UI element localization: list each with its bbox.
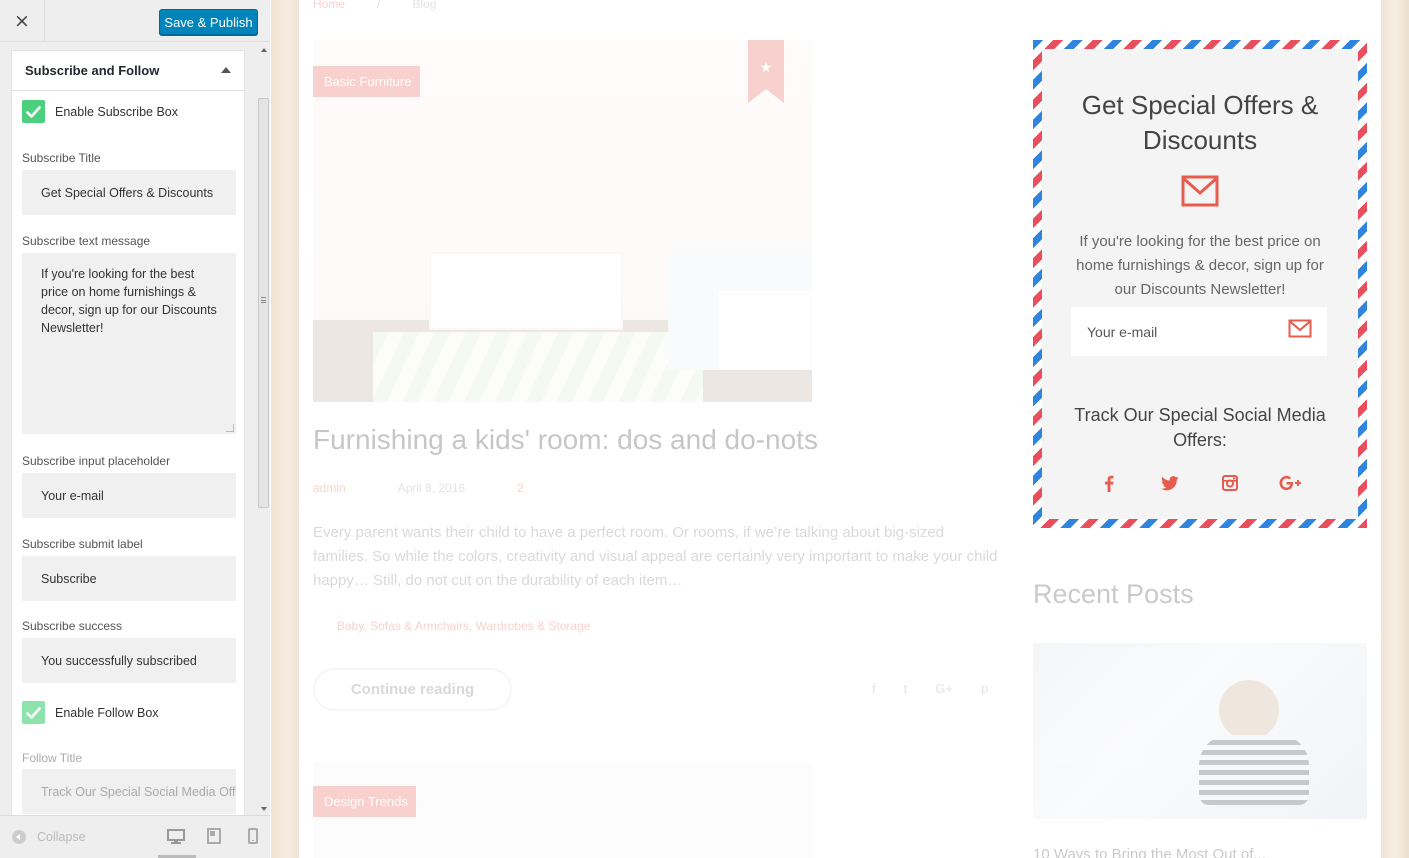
continue-reading-button[interactable]: Continue reading <box>313 668 512 711</box>
section-subscribe-follow: Subscribe and Follow Enable Subscribe Bo… <box>11 50 245 815</box>
recent-post-image-person <box>1219 680 1279 740</box>
twitter-icon[interactable]: t <box>904 681 908 696</box>
customizer-footer: Collapse <box>0 815 270 858</box>
customizer-header: × Save & Publish <box>0 0 270 42</box>
post-tags[interactable]: Baby, Sofas & Armchairs, Wardrobes & Sto… <box>313 619 590 633</box>
mobile-preview-icon[interactable] <box>248 828 258 844</box>
site-preview: Home / Blog Basic Furniture ★ Furnishing… <box>271 0 1409 858</box>
facebook-icon[interactable]: f <box>872 681 876 696</box>
page-content: Home / Blog Basic Furniture ★ Furnishing… <box>299 0 1381 858</box>
scroll-down-icon[interactable] <box>261 807 267 811</box>
collapse-arrow-icon <box>12 830 26 844</box>
placeholder-label: Subscribe input placeholder <box>22 454 171 468</box>
wood-background-left <box>271 0 299 858</box>
breadcrumb: Home / Blog <box>313 0 436 11</box>
enable-follow-checkbox[interactable]: Enable Follow Box <box>22 701 159 724</box>
pinterest-icon[interactable]: p <box>981 681 988 696</box>
subscribe-text-value: If you're looking for the best price on … <box>41 267 217 335</box>
twitter-icon[interactable] <box>1158 471 1182 495</box>
collapse-label: Collapse <box>37 830 86 844</box>
post-title[interactable]: Furnishing a kids' room: dos and do-nots <box>313 424 818 456</box>
post-share-icons: f t G+ p <box>872 681 988 696</box>
wood-background-right <box>1381 0 1409 858</box>
submit-label-input[interactable]: Subscribe <box>22 556 236 601</box>
placeholder-input[interactable]: Your e-mail <box>22 473 236 518</box>
widget-title: Get Special Offers & Discounts <box>1081 90 1319 155</box>
success-label: Subscribe success <box>22 619 123 633</box>
post-date: April 8, 2016 <box>397 481 466 495</box>
instagram-icon[interactable] <box>1218 471 1242 495</box>
subscribe-title-input[interactable]: Get Special Offers & Discounts <box>22 170 236 215</box>
enable-subscribe-label: Enable Subscribe Box <box>55 104 178 119</box>
post-comments-count[interactable]: 2 <box>517 481 524 495</box>
customizer-scrollbar[interactable] <box>257 42 270 815</box>
section-title[interactable]: Subscribe and Follow <box>12 50 244 91</box>
google-plus-icon[interactable]: G+ <box>935 681 953 696</box>
save-publish-button[interactable]: Save & Publish <box>159 9 258 35</box>
desktop-preview-icon[interactable] <box>167 829 185 844</box>
scrollbar-thumb[interactable] <box>258 98 269 508</box>
section-title-text: Subscribe and Follow <box>25 63 160 78</box>
subscribe-widget: Get Special Offers & Discounts If you're… <box>1033 40 1367 528</box>
scroll-up-icon[interactable] <box>261 48 267 52</box>
envelope-submit-icon[interactable] <box>1288 319 1314 343</box>
recent-posts-title: Recent Posts <box>1033 579 1194 609</box>
post-excerpt: Every parent wants their child to have a… <box>313 524 998 589</box>
enable-follow-label: Enable Follow Box <box>55 705 159 720</box>
submit-label-label: Subscribe submit label <box>22 537 143 551</box>
collapse-arrow-icon[interactable] <box>221 67 231 73</box>
enable-subscribe-checkbox[interactable]: Enable Subscribe Box <box>22 100 178 123</box>
subscribe-widget-inner: Get Special Offers & Discounts If you're… <box>1042 49 1358 519</box>
customizer-controls: Subscribe and Follow Enable Subscribe Bo… <box>0 42 258 815</box>
breadcrumb-home-link[interactable]: Home <box>313 0 345 11</box>
close-icon[interactable]: × <box>0 0 45 42</box>
post2-category-badge[interactable]: Design Trends <box>313 786 416 817</box>
post-author[interactable]: admin <box>313 481 346 495</box>
checkmark-icon[interactable] <box>22 701 45 724</box>
subscribe-title-label: Subscribe Title <box>22 151 101 165</box>
subscribe-text-textarea[interactable]: If you're looking for the best price on … <box>22 253 236 434</box>
checkmark-icon[interactable] <box>22 100 45 123</box>
envelope-icon <box>1181 175 1219 207</box>
breadcrumb-separator: / <box>377 0 381 11</box>
resize-grip-icon[interactable] <box>226 424 234 432</box>
post-meta: admin April 8, 2016 2 <box>313 481 524 495</box>
widget-text: If you're looking for the best price on … <box>1076 233 1324 298</box>
widget-social-icons <box>1097 471 1303 495</box>
facebook-icon[interactable] <box>1097 471 1121 495</box>
subscribe-text-label: Subscribe text message <box>22 234 151 248</box>
widget-follow-title: Track Our Special Social Media Offers: <box>1074 405 1326 450</box>
follow-title-label: Follow Title <box>22 751 83 765</box>
post-category-badge[interactable]: Basic Furniture <box>313 66 420 97</box>
customizer-panel: × Save & Publish Subscribe and Follow En… <box>0 0 270 858</box>
breadcrumb-current: Blog <box>412 0 437 11</box>
collapse-button[interactable]: Collapse <box>12 830 86 844</box>
recent-post-title[interactable]: 10 Ways to Bring the Most Out of... <box>1033 846 1266 858</box>
tablet-preview-icon[interactable] <box>207 828 221 844</box>
follow-title-input[interactable]: Track Our Special Social Media Offers: <box>22 769 236 814</box>
success-input[interactable]: You successfully subscribed <box>22 638 236 683</box>
google-plus-icon[interactable] <box>1279 471 1303 495</box>
recent-post-image-body <box>1199 735 1309 805</box>
